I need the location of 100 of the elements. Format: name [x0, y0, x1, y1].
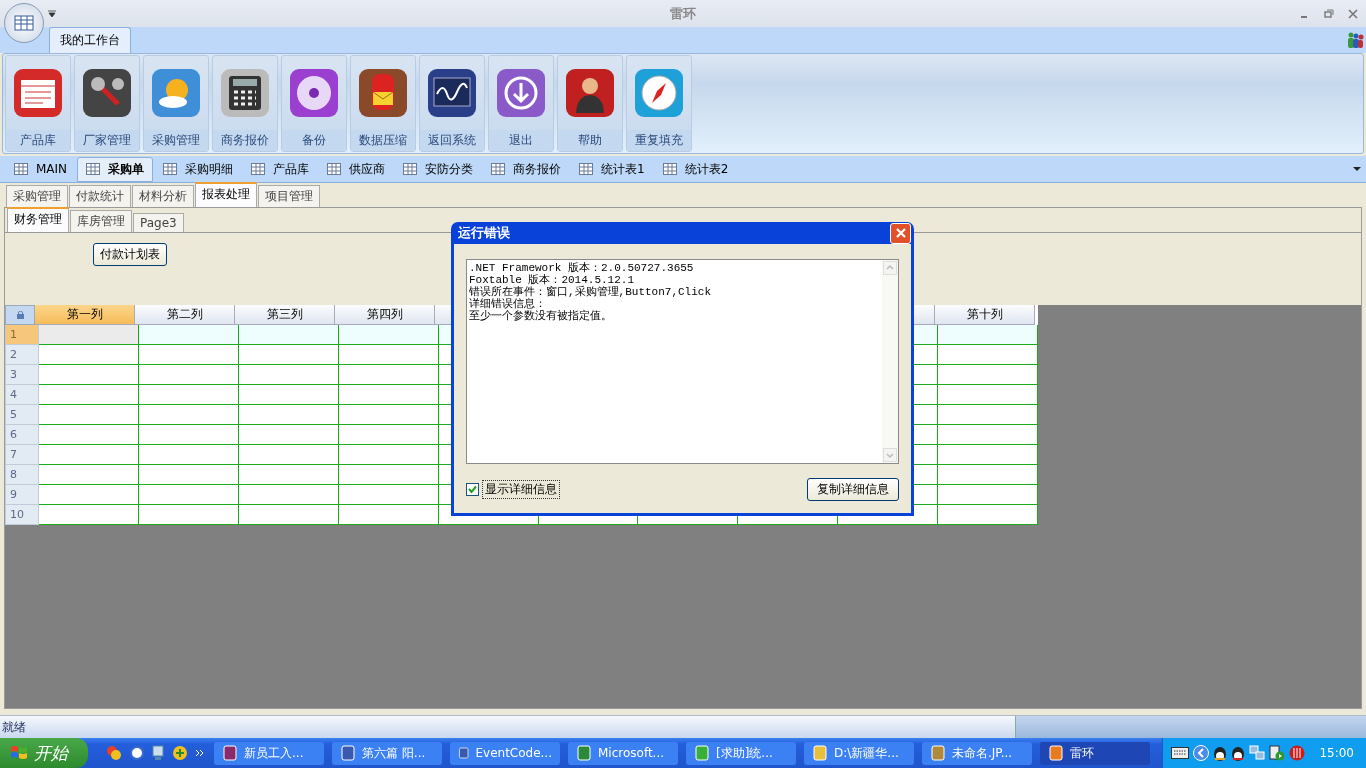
browser-icon[interactable] — [130, 746, 144, 760]
users-icon[interactable] — [1346, 31, 1364, 49]
table-cell[interactable] — [338, 325, 439, 345]
document-tab[interactable]: 商务报价 — [483, 157, 570, 181]
row-header[interactable]: 3 — [5, 365, 39, 385]
desktop-icon[interactable] — [152, 745, 164, 761]
table-cell[interactable] — [238, 385, 339, 405]
tab[interactable]: 财务管理 — [7, 207, 69, 232]
app-icon[interactable] — [106, 745, 122, 761]
document-tab[interactable]: 产品库 — [243, 157, 318, 181]
table-cell[interactable] — [338, 485, 439, 505]
ribbon-button[interactable]: 数据压缩 — [350, 55, 416, 152]
tab[interactable]: 采购管理 — [6, 185, 68, 207]
error-details-textbox[interactable]: .NET Framework 版本：2.0.50727.3655 Foxtable 版本：2014.5.12.1 错误所在事件：窗口,采购管理,Button7,Click 详细错误信息： 至少一个参数没有被指定值。 — [466, 259, 899, 464]
taskbar-button[interactable]: D:\新疆华... — [804, 741, 914, 765]
tab[interactable]: 库房管理 — [70, 210, 132, 232]
close-icon[interactable] — [1348, 8, 1358, 19]
table-cell[interactable] — [238, 445, 339, 465]
ribbon-button[interactable]: 产品库 — [5, 55, 71, 152]
table-cell[interactable] — [938, 425, 1039, 445]
table-cell[interactable] — [938, 465, 1039, 485]
ribbon-button[interactable]: 返回系统 — [419, 55, 485, 152]
table-cell[interactable] — [238, 465, 339, 485]
table-cell[interactable] — [338, 345, 439, 365]
table-cell[interactable] — [38, 385, 139, 405]
table-cell[interactable] — [38, 505, 139, 525]
row-header[interactable]: 7 — [5, 445, 39, 465]
document-tab[interactable]: 采购明细 — [155, 157, 242, 181]
table-cell[interactable] — [338, 385, 439, 405]
table-cell[interactable] — [138, 465, 239, 485]
row-header[interactable]: 5 — [5, 405, 39, 425]
penguin-icon[interactable] — [1213, 745, 1228, 761]
column-header[interactable]: 第十列 — [935, 305, 1035, 325]
copy-details-button[interactable]: 复制详细信息 — [807, 478, 899, 501]
row-header[interactable]: 6 — [5, 425, 39, 445]
row-header[interactable]: 9 — [5, 485, 39, 505]
table-cell[interactable] — [338, 445, 439, 465]
ribbon-button[interactable]: 重复填充 — [626, 55, 692, 152]
table-cell[interactable] — [238, 485, 339, 505]
table-cell[interactable] — [938, 365, 1039, 385]
table-cell[interactable] — [938, 325, 1039, 345]
table-cell[interactable] — [238, 325, 339, 345]
row-header[interactable]: 8 — [5, 465, 39, 485]
ribbon-button[interactable]: 帮助 — [557, 55, 623, 152]
table-cell[interactable] — [138, 485, 239, 505]
table-cell[interactable] — [38, 445, 139, 465]
ribbon-button[interactable]: 备份 — [281, 55, 347, 152]
ribbon-tab[interactable]: 我的工作台 — [49, 27, 131, 53]
table-cell[interactable] — [138, 445, 239, 465]
payment-plan-button[interactable]: 付款计划表 — [93, 243, 167, 266]
table-cell[interactable] — [338, 465, 439, 485]
document-tab[interactable]: 统计表2 — [654, 157, 737, 181]
taskbar-button[interactable]: 雷环 — [1040, 741, 1150, 765]
document-tab[interactable]: 采购单 — [77, 156, 154, 182]
ribbon-button[interactable]: 采购管理 — [143, 55, 209, 152]
document-tab[interactable]: MAIN — [6, 159, 76, 179]
app-menu-button[interactable] — [4, 3, 44, 43]
document-tab[interactable]: 统计表1 — [571, 157, 653, 181]
table-cell[interactable] — [38, 345, 139, 365]
table-cell[interactable] — [138, 505, 239, 525]
table-cell[interactable] — [338, 505, 439, 525]
scroll-up-icon[interactable] — [883, 261, 897, 275]
table-cell[interactable] — [938, 345, 1039, 365]
table-cell[interactable] — [38, 365, 139, 385]
table-cell[interactable] — [38, 425, 139, 445]
tab[interactable]: 报表处理 — [195, 182, 257, 207]
taskbar-button[interactable]: 第六篇 阳... — [332, 741, 442, 765]
column-header[interactable]: 第二列 — [135, 305, 235, 325]
logo-icon[interactable] — [1289, 745, 1306, 761]
penguin-icon[interactable] — [1231, 745, 1246, 761]
table-cell[interactable] — [338, 365, 439, 385]
row-header[interactable]: 10 — [5, 505, 39, 525]
scrollbar[interactable] — [882, 260, 898, 463]
tab[interactable]: 材料分析 — [132, 185, 194, 207]
table-cell[interactable] — [38, 405, 139, 425]
table-cell[interactable] — [38, 485, 139, 505]
taskbar-button[interactable]: 未命名.JP... — [922, 741, 1032, 765]
table-cell[interactable] — [38, 465, 139, 485]
table-cell[interactable] — [938, 385, 1039, 405]
column-header[interactable]: 第一列 — [35, 305, 135, 325]
taskbar-button[interactable]: EventCode... — [450, 741, 560, 765]
document-tab[interactable]: 安防分类 — [395, 157, 482, 181]
taskbar-button[interactable]: Microsoft... — [568, 741, 678, 765]
document-tab[interactable]: 供应商 — [319, 157, 394, 181]
restore-icon[interactable] — [1324, 8, 1334, 19]
player-icon[interactable] — [1269, 745, 1286, 761]
checkbox[interactable] — [466, 483, 479, 496]
ribbon-button[interactable]: 退出 — [488, 55, 554, 152]
table-cell[interactable] — [238, 505, 339, 525]
ribbon-button[interactable]: 厂家管理 — [74, 55, 140, 152]
row-header[interactable]: 2 — [5, 345, 39, 365]
table-cell[interactable] — [238, 425, 339, 445]
table-cell[interactable] — [138, 405, 239, 425]
table-cell[interactable] — [138, 365, 239, 385]
chevron-icon[interactable] — [196, 749, 204, 757]
table-cell[interactable] — [138, 385, 239, 405]
tab[interactable]: 项目管理 — [258, 185, 320, 207]
table-cell[interactable] — [238, 345, 339, 365]
tab[interactable]: 付款统计 — [69, 185, 131, 207]
taskbar-button[interactable]: 新员工入... — [214, 741, 324, 765]
